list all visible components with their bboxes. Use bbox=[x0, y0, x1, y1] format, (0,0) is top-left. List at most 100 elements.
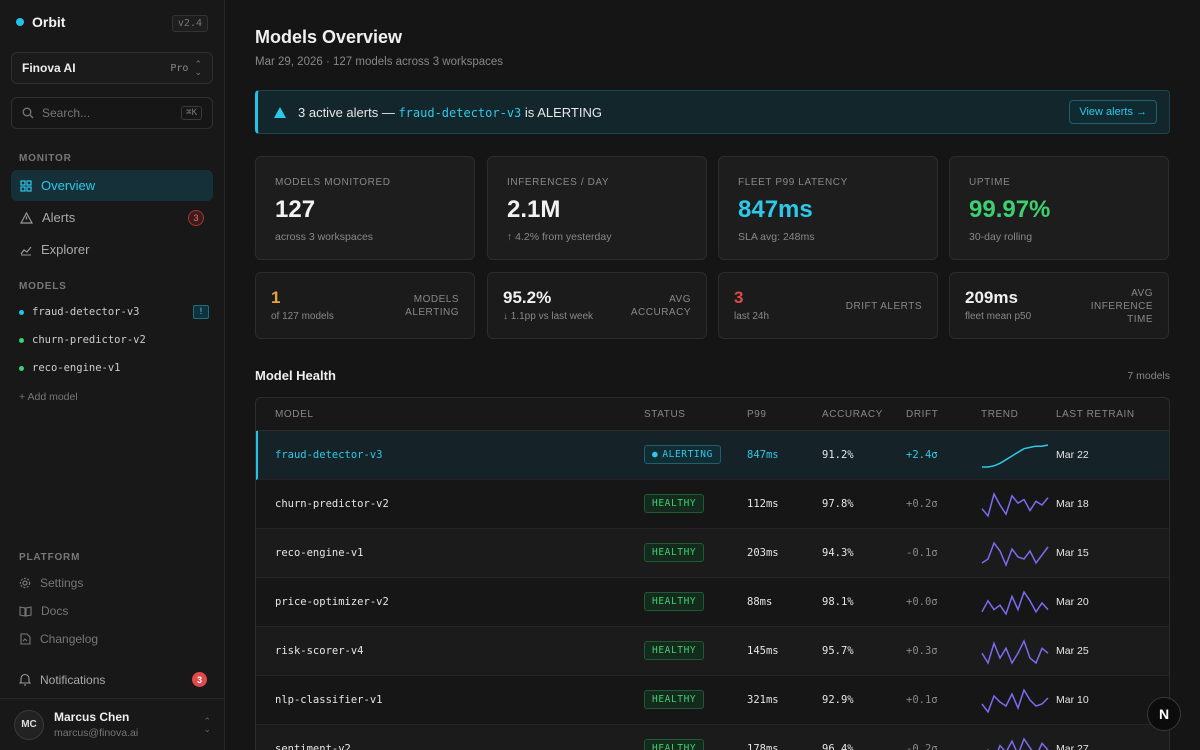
status-badge: HEALTHY bbox=[644, 739, 705, 750]
mini-label: MODELS ALERTING bbox=[405, 294, 459, 318]
p99-cell: 112ms bbox=[747, 498, 779, 510]
table-row[interactable]: risk-scorer-v4 HEALTHY 145ms 95.7% +0.3σ Mar … bbox=[256, 627, 1169, 676]
column-header[interactable]: P99 bbox=[747, 409, 767, 420]
search-input[interactable] bbox=[42, 106, 174, 120]
last-retrain-cell: Mar 20 bbox=[1056, 596, 1089, 608]
sidebar-model-reco-engine[interactable]: reco-engine-v1 bbox=[19, 358, 209, 378]
models-section-label: MODELS bbox=[19, 281, 67, 292]
model-name-cell[interactable]: risk-scorer-v4 bbox=[275, 645, 364, 657]
mini-sub: last 24h bbox=[734, 311, 770, 322]
column-header[interactable]: TREND bbox=[981, 409, 1018, 420]
table-row[interactable]: fraud-detector-v3 ● ALERTING 847ms 91.2% +2.4… bbox=[256, 431, 1169, 480]
drift-cell: -0.2σ bbox=[906, 743, 938, 750]
accuracy-cell: 97.8% bbox=[822, 498, 854, 510]
kpi-card-models: MODELS MONITORED 127 across 3 workspaces bbox=[255, 156, 475, 260]
column-header[interactable]: STATUS bbox=[644, 409, 686, 420]
status-badge: ● ALERTING bbox=[644, 445, 721, 464]
nav-changelog[interactable]: Changelog bbox=[19, 632, 98, 646]
trend-sparkline bbox=[981, 541, 1049, 568]
trend-line bbox=[981, 492, 1049, 518]
workspace-name: Finova AI bbox=[22, 61, 76, 75]
alert-model-link[interactable]: fraud-detector-v3 bbox=[398, 106, 521, 120]
model-name-cell[interactable]: fraud-detector-v3 bbox=[275, 449, 382, 461]
nav-docs[interactable]: Docs bbox=[19, 604, 68, 618]
last-retrain-cell: Mar 27 bbox=[1056, 743, 1089, 750]
brand-name: Orbit bbox=[32, 14, 66, 30]
drift-cell: +0.0σ bbox=[906, 596, 938, 608]
model-name-cell[interactable]: price-optimizer-v2 bbox=[275, 596, 389, 608]
add-model-link[interactable]: + Add model bbox=[19, 391, 78, 403]
view-alerts-button[interactable]: View alerts → bbox=[1069, 100, 1157, 124]
mini-card-accuracy: 95.2% ↓ 1.1pp vs last week AVG ACCURACY bbox=[487, 272, 707, 339]
page-subtitle: Mar 29, 2026 · 127 models across 3 works… bbox=[255, 56, 504, 68]
status-label: HEALTHY bbox=[652, 547, 697, 558]
last-retrain-cell: Mar 18 bbox=[1056, 498, 1089, 510]
status-label: HEALTHY bbox=[652, 645, 697, 656]
sidebar-model-fraud-detector[interactable]: fraud-detector-v3 ! bbox=[19, 302, 209, 322]
mini-sub: of 127 models bbox=[271, 311, 334, 322]
platform-section-label: PLATFORM bbox=[19, 552, 81, 563]
search-box[interactable]: ⌘K bbox=[11, 97, 213, 129]
search-icon bbox=[22, 107, 34, 119]
kpi-sub: SLA avg: 248ms bbox=[738, 231, 815, 243]
status-label: HEALTHY bbox=[652, 596, 697, 607]
user-name: Marcus Chen bbox=[54, 710, 130, 724]
column-header[interactable]: MODEL bbox=[275, 409, 314, 420]
column-header[interactable]: DRIFT bbox=[906, 409, 938, 420]
model-name-cell[interactable]: reco-engine-v1 bbox=[275, 547, 364, 559]
mini-label: AVG ACCURACY bbox=[630, 294, 691, 318]
mini-card-inference-time: 209ms fleet mean p50 AVG INFERENCE TIME bbox=[949, 272, 1169, 339]
drift-cell: -0.1σ bbox=[906, 547, 938, 559]
user-menu[interactable]: MC Marcus Chen marcus@finova.ai ⌃ ⌄ bbox=[0, 698, 225, 750]
nav-explorer-label: Explorer bbox=[41, 242, 90, 257]
table-row[interactable]: nlp-classifier-v1 HEALTHY 321ms 92.9% +0.1σ M… bbox=[256, 676, 1169, 725]
mini-card-alerting: 1 of 127 models MODELS ALERTING bbox=[255, 272, 475, 339]
column-header[interactable]: LAST RETRAIN bbox=[1056, 409, 1135, 420]
nav-explorer[interactable]: Explorer bbox=[11, 234, 213, 265]
table-row[interactable]: churn-predictor-v2 HEALTHY 112ms 97.8% +0.2σ… bbox=[256, 480, 1169, 529]
table-row[interactable]: price-optimizer-v2 HEALTHY 88ms 98.1% +0.0σ M… bbox=[256, 578, 1169, 627]
bell-icon bbox=[19, 673, 31, 686]
nav-overview[interactable]: Overview bbox=[11, 170, 213, 201]
table-row[interactable]: sentiment-v2 HEALTHY 178ms 96.4% -0.2σ Mar 27 bbox=[256, 725, 1169, 750]
alert-banner: 3 active alerts — fraud-detector-v3 is A… bbox=[255, 90, 1170, 134]
alert-flag-badge: ! bbox=[193, 305, 209, 319]
workspace-switcher[interactable]: Finova AI Pro ⌃ ⌄ bbox=[11, 52, 213, 84]
grid-icon bbox=[20, 179, 32, 192]
trend-line bbox=[981, 590, 1049, 616]
trend-sparkline bbox=[981, 590, 1049, 616]
gear-icon bbox=[19, 577, 31, 589]
assistant-button[interactable]: N bbox=[1147, 697, 1181, 731]
sidebar: Orbit v2.4 Finova AI Pro ⌃⌄ ⌘K MONITOR O… bbox=[0, 0, 225, 750]
mini-label: DRIFT ALERTS bbox=[845, 301, 922, 312]
chevron-updown-icon: ⌃ ⌄ bbox=[203, 715, 211, 734]
column-header[interactable]: ACCURACY bbox=[822, 409, 883, 420]
nav-overview-label: Overview bbox=[41, 178, 96, 193]
drift-cell: +0.2σ bbox=[906, 498, 938, 510]
nav-alerts[interactable]: Alerts 3 bbox=[11, 202, 213, 233]
model-name-cell[interactable]: churn-predictor-v2 bbox=[275, 498, 389, 510]
model-health-count: 7 models bbox=[1127, 370, 1170, 382]
status-label: ALERTING bbox=[662, 449, 713, 460]
status-badge: HEALTHY bbox=[644, 641, 705, 660]
nav-settings[interactable]: Settings bbox=[19, 576, 83, 590]
model-name-cell[interactable]: nlp-classifier-v1 bbox=[275, 694, 382, 706]
table-row[interactable]: reco-engine-v1 HEALTHY 203ms 94.3% -0.1σ Mar … bbox=[256, 529, 1169, 578]
chart-icon bbox=[20, 246, 32, 255]
kpi-value: 847ms bbox=[738, 196, 813, 223]
sidebar-model-churn-predictor[interactable]: churn-predictor-v2 bbox=[19, 330, 209, 350]
brand[interactable]: Orbit bbox=[16, 14, 65, 30]
accuracy-cell: 91.2% bbox=[822, 449, 854, 461]
kpi-label: UPTIME bbox=[969, 177, 1011, 188]
trend-sparkline bbox=[981, 492, 1049, 518]
kpi-sub: across 3 workspaces bbox=[275, 231, 374, 243]
mini-card-drift: 3 last 24h DRIFT ALERTS bbox=[718, 272, 938, 339]
notifications-button[interactable]: Notifications 3 bbox=[19, 672, 207, 687]
monitor-section-label: MONITOR bbox=[19, 153, 72, 164]
model-name-cell[interactable]: sentiment-v2 bbox=[275, 743, 351, 750]
accuracy-cell: 92.9% bbox=[822, 694, 854, 706]
avatar: MC bbox=[14, 709, 44, 740]
kpi-card-inferences: INFERENCES / DAY 2.1M ↑ 4.2% from yester… bbox=[487, 156, 707, 260]
p99-cell: 203ms bbox=[747, 547, 779, 559]
last-retrain-cell: Mar 15 bbox=[1056, 547, 1089, 559]
